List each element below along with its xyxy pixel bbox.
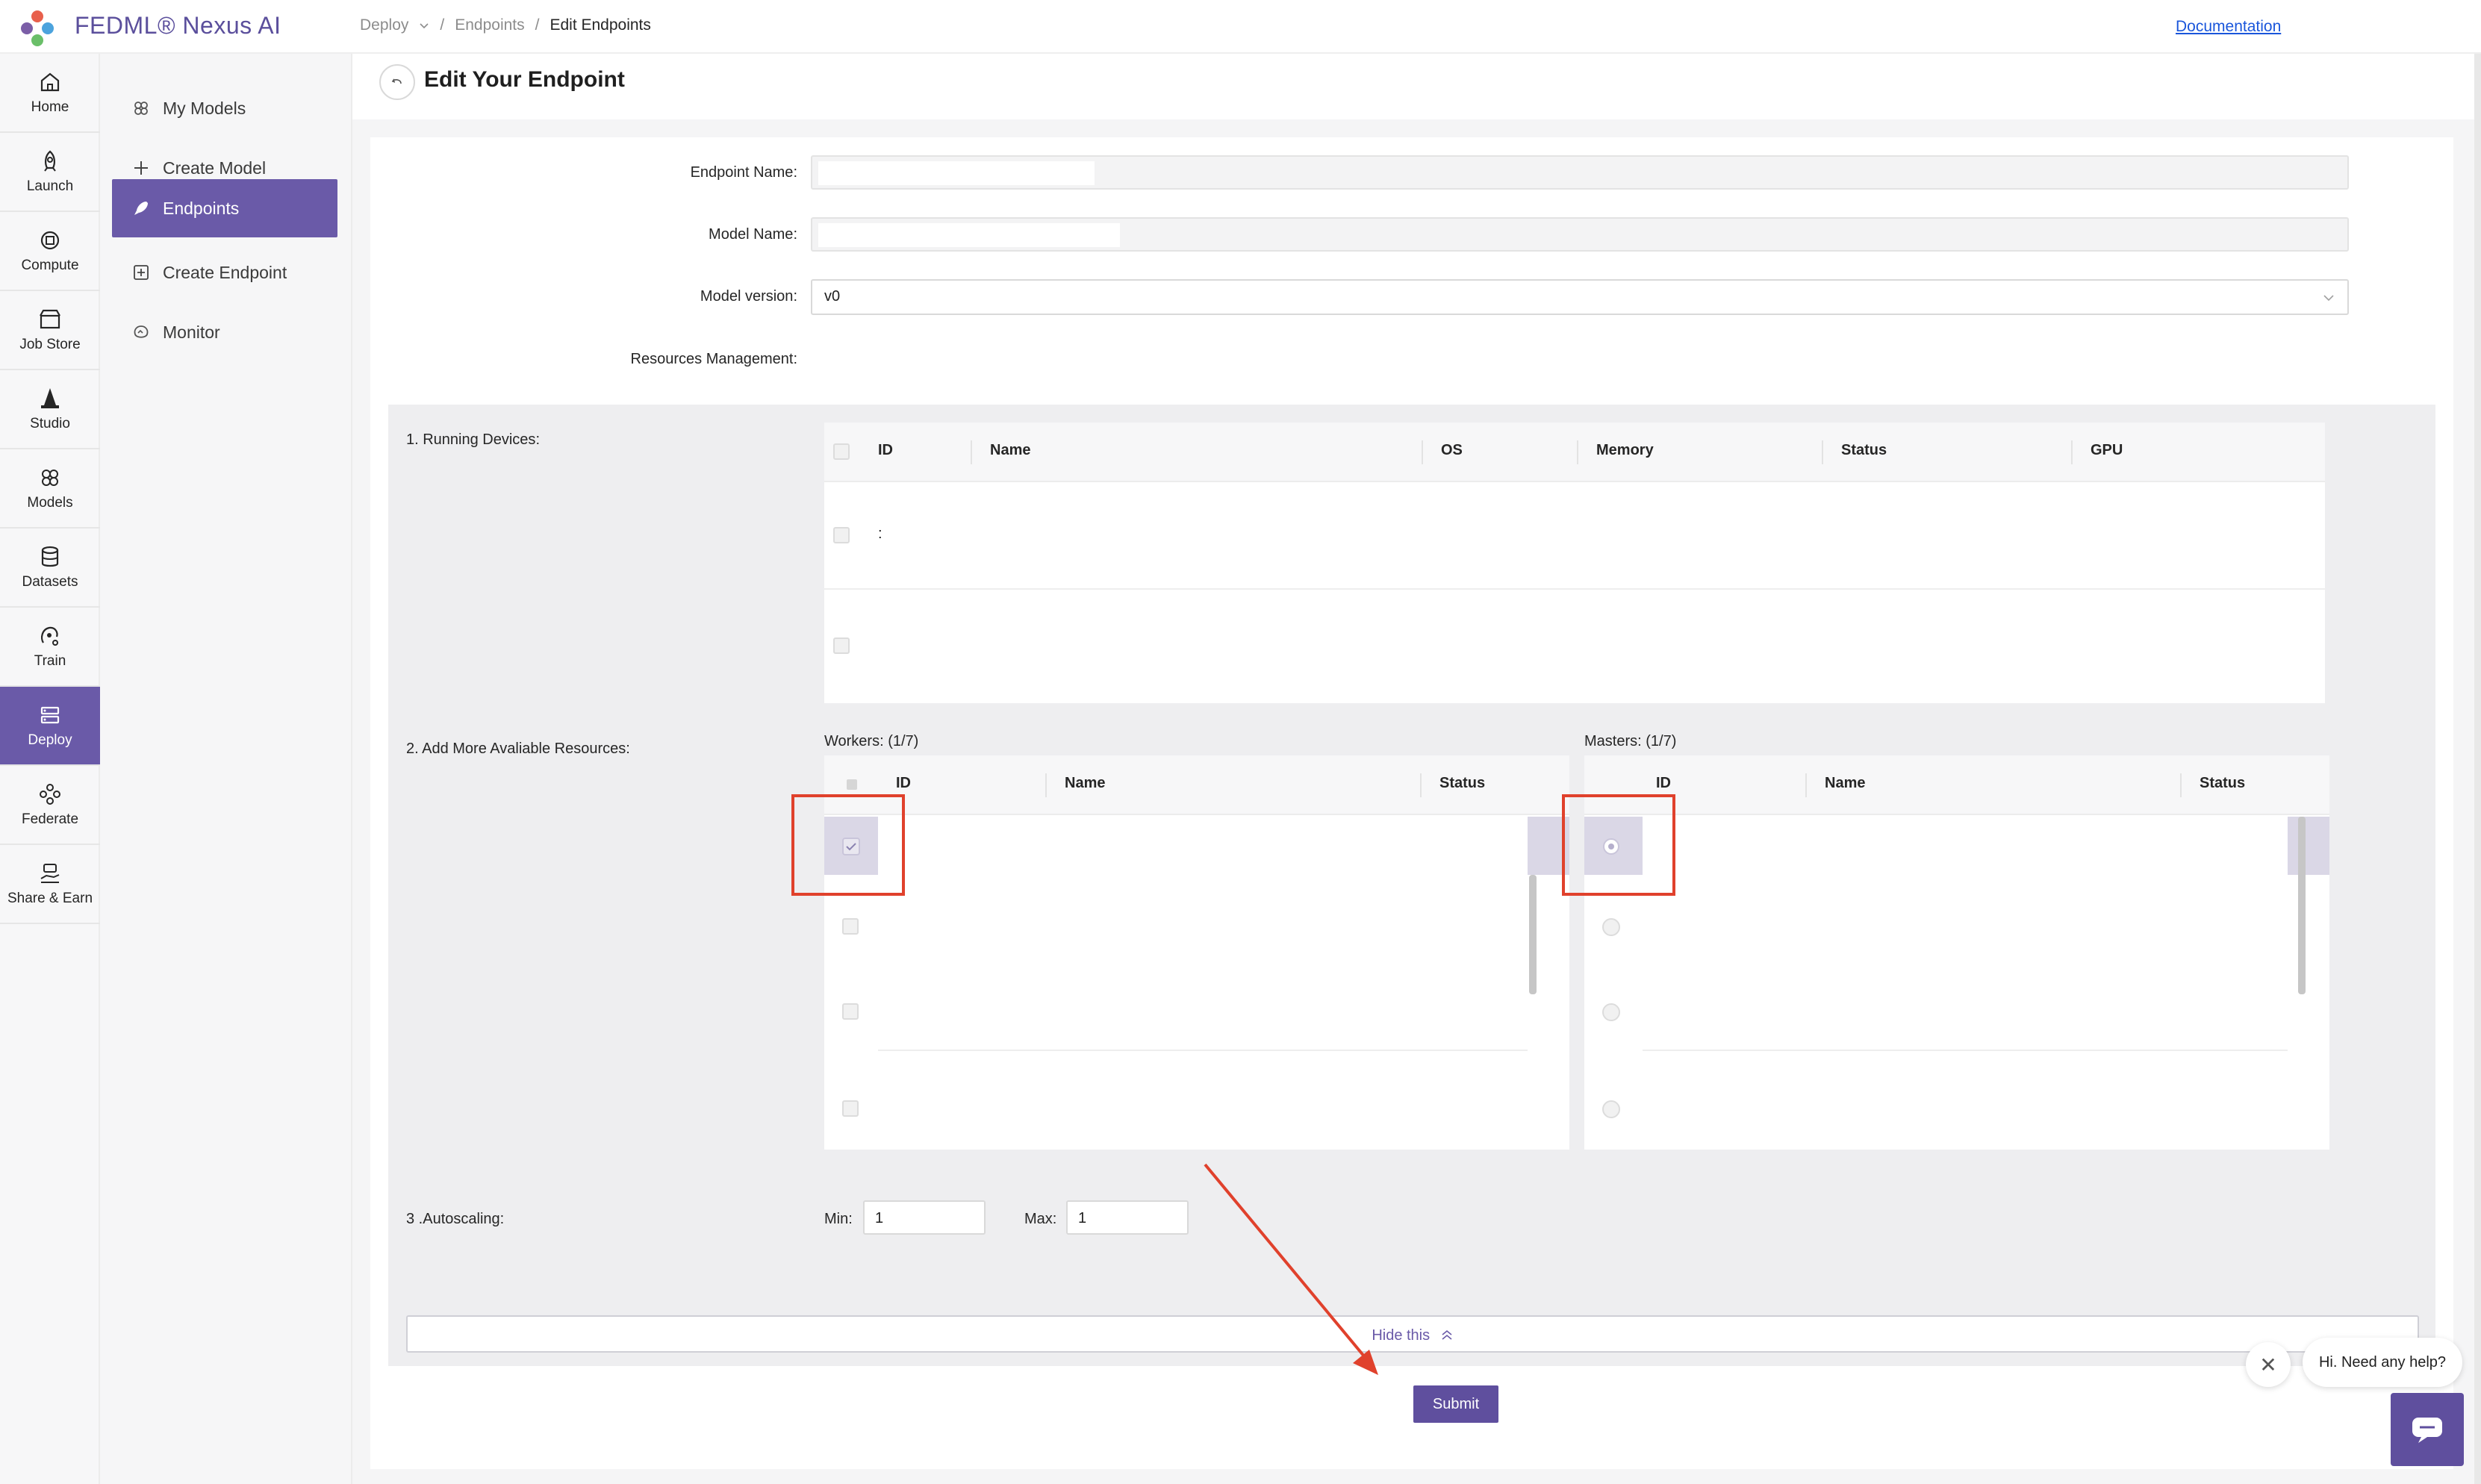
page-scrollbar[interactable] [2474, 54, 2481, 1484]
close-help-button[interactable]: ✕ [2246, 1342, 2291, 1387]
help-bubble[interactable]: Hi. Need any help? [2303, 1338, 2462, 1387]
close-icon: ✕ [2259, 1353, 2277, 1377]
chat-button[interactable] [2391, 1393, 2464, 1466]
annotation-arrow-icon [1204, 1163, 1378, 1375]
chat-icon [2412, 1418, 2442, 1443]
